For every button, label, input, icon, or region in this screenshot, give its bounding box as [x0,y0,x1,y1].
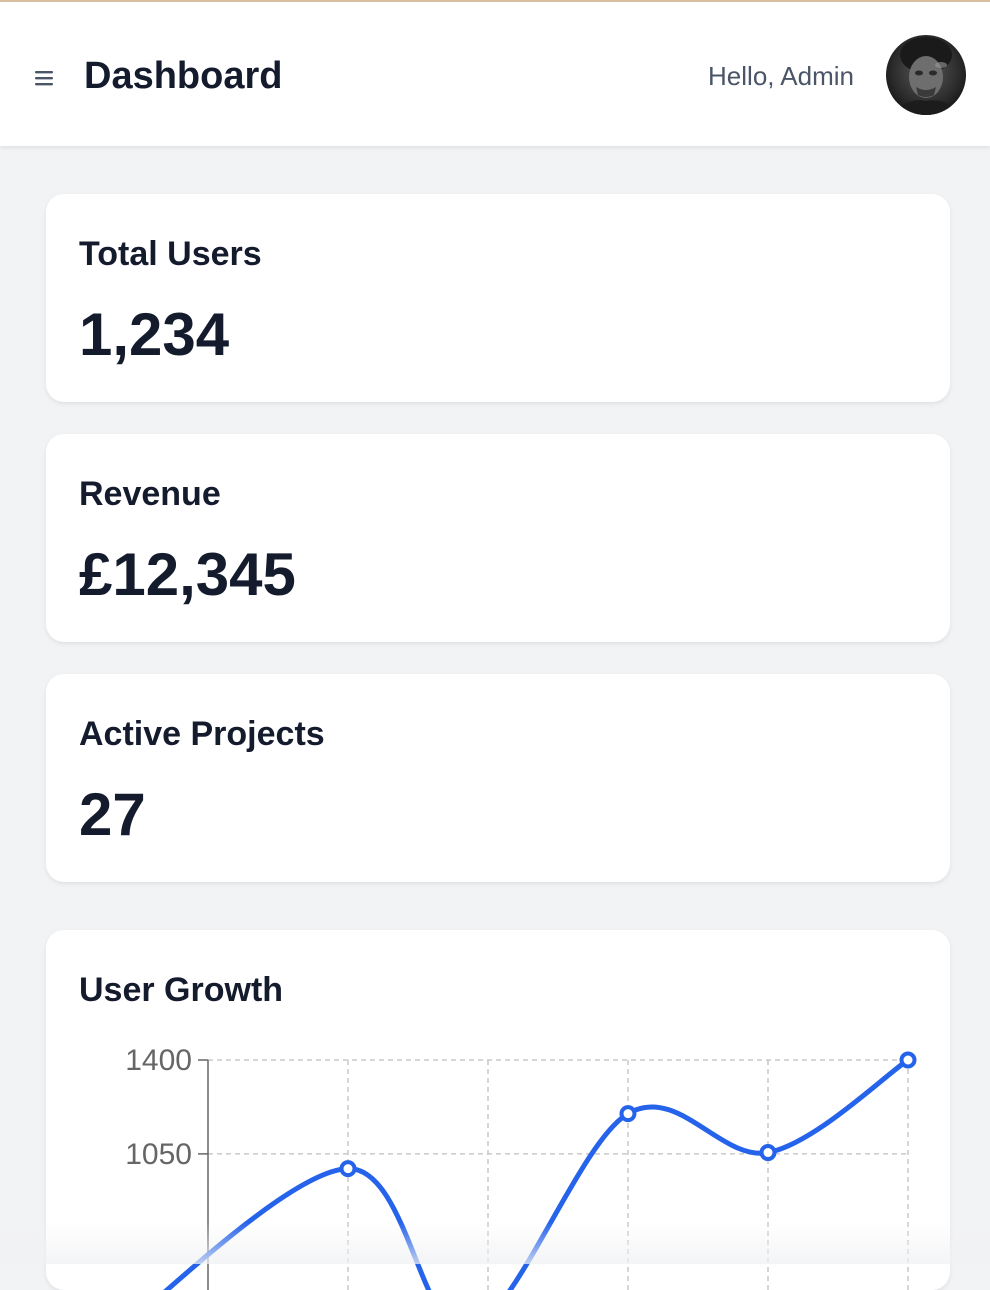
stat-card-label: Active Projects [79,715,325,753]
user-growth-chart-card: User Growth 1050 1400 [46,930,950,1290]
chart-data-point [899,1051,917,1069]
stat-card-value: £12,345 [79,541,296,608]
stat-card-label: Total Users [79,235,262,273]
user-avatar[interactable] [886,35,966,115]
stat-card-value: 27 [79,781,146,848]
hamburger-menu-icon [35,71,53,86]
chart-data-point [759,1144,777,1162]
chart-y-tick-label: 1050 [125,1138,192,1171]
stat-card-value: 1,234 [79,301,230,368]
chart-y-tick-label: 1400 [125,1044,192,1077]
stat-card-label: Revenue [79,475,221,513]
stat-card-total-users: Total Users 1,234 [46,194,950,402]
stat-card-revenue: Revenue £12,345 [46,434,950,642]
stat-card-active-projects: Active Projects 27 [46,674,950,882]
user-greeting: Hello, Admin [708,61,854,91]
chart-data-point [619,1105,637,1123]
page-title: Dashboard [84,55,283,97]
hamburger-menu-button[interactable] [28,62,60,94]
user-avatar-image [886,35,966,115]
chart-data-point [339,1160,357,1178]
top-bar: Dashboard Hello, Admin [0,2,990,146]
user-growth-chart: 1050 1400 [125,1044,917,1290]
chart-series-line [163,1057,911,1290]
